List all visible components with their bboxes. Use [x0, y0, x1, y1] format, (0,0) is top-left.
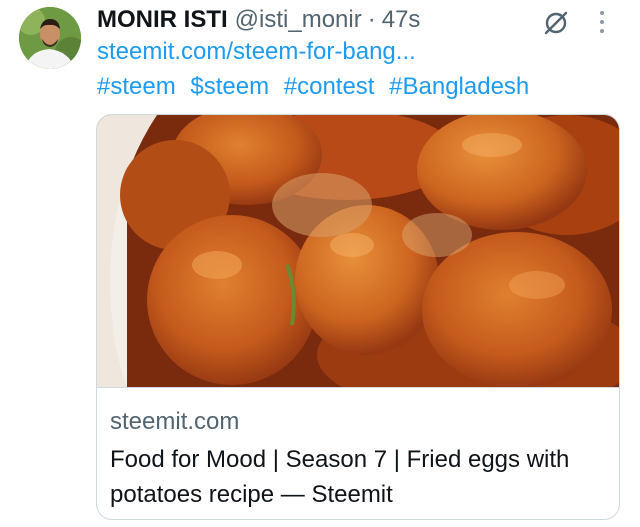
tweet-link[interactable]: steemit.com/steem-for-bang... — [97, 38, 416, 66]
card-title: Food for Mood | Season 7 | Fried eggs wi… — [110, 446, 570, 508]
more-vertical-icon[interactable] — [594, 8, 610, 38]
hashtag-bangladesh[interactable]: #Bangladesh — [389, 73, 529, 100]
tweet-header: MONIR ISTI @isti_monir · 47s — [97, 4, 420, 36]
mute-icon[interactable] — [542, 9, 570, 37]
separator-dot: · — [367, 6, 376, 33]
timestamp[interactable]: 47s — [382, 6, 421, 34]
cashtag-steem[interactable]: $steem — [190, 73, 269, 100]
card-image[interactable] — [97, 115, 619, 415]
hashtag-list: #steem $steem #contest #Bangladesh — [97, 73, 537, 101]
author-handle[interactable]: @isti_monir — [235, 6, 362, 34]
hashtag-contest[interactable]: #contest — [284, 73, 375, 100]
avatar-image — [19, 7, 81, 69]
avatar[interactable] — [19, 7, 81, 69]
card-domain: steemit.com — [110, 408, 240, 435]
link-preview-card[interactable]: steemit.com Food for Mood | Season 7 | F… — [96, 114, 620, 520]
author-name[interactable]: MONIR ISTI — [97, 6, 228, 34]
card-text-area[interactable]: steemit.com Food for Mood | Season 7 | F… — [97, 387, 619, 519]
hashtag-steem[interactable]: #steem — [97, 73, 176, 100]
